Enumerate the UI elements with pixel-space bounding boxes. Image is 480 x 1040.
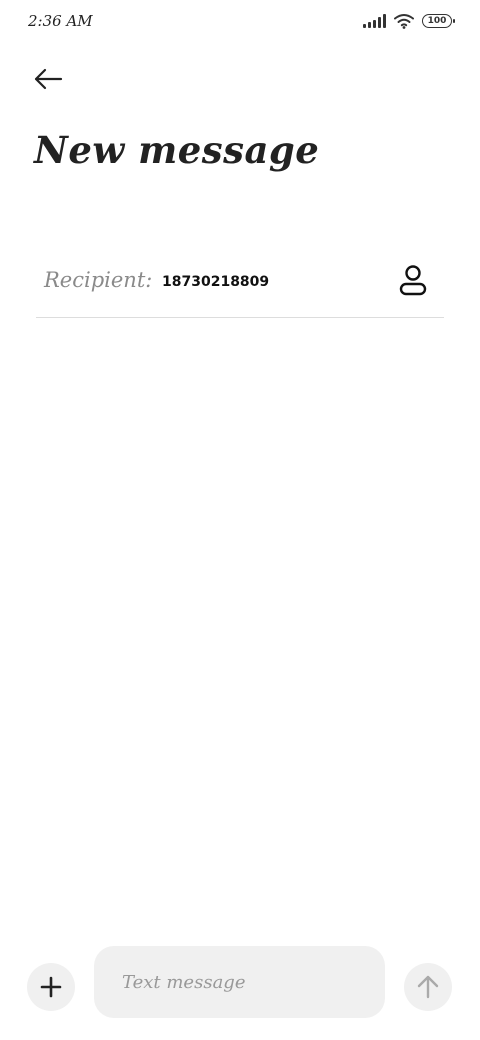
plus-icon: [40, 976, 62, 998]
contact-picker-button[interactable]: [398, 264, 428, 298]
arrow-up-icon: [417, 975, 439, 999]
status-bar: 2:36 AM 100: [0, 0, 480, 44]
status-icons: 100: [363, 13, 455, 29]
battery-level: 100: [427, 16, 447, 26]
new-message-screen: 2:36 AM 100 New message Recipient: 18730…: [0, 0, 480, 1040]
arrow-left-icon: [34, 68, 63, 90]
message-input[interactable]: [94, 946, 385, 1018]
back-button[interactable]: [30, 64, 66, 94]
status-time: 2:36 AM: [28, 12, 93, 30]
signal-icon: [363, 14, 386, 28]
page-title: New message: [34, 128, 320, 172]
send-button[interactable]: [404, 963, 452, 1011]
add-attachment-button[interactable]: [27, 963, 75, 1011]
recipient-input[interactable]: 18730218809: [162, 274, 269, 290]
person-icon: [399, 265, 427, 296]
wifi-icon: [394, 14, 414, 29]
recipient-label: Recipient:: [44, 268, 153, 292]
recipient-row[interactable]: Recipient: 18730218809: [36, 252, 444, 318]
battery-icon: 100: [422, 14, 455, 28]
